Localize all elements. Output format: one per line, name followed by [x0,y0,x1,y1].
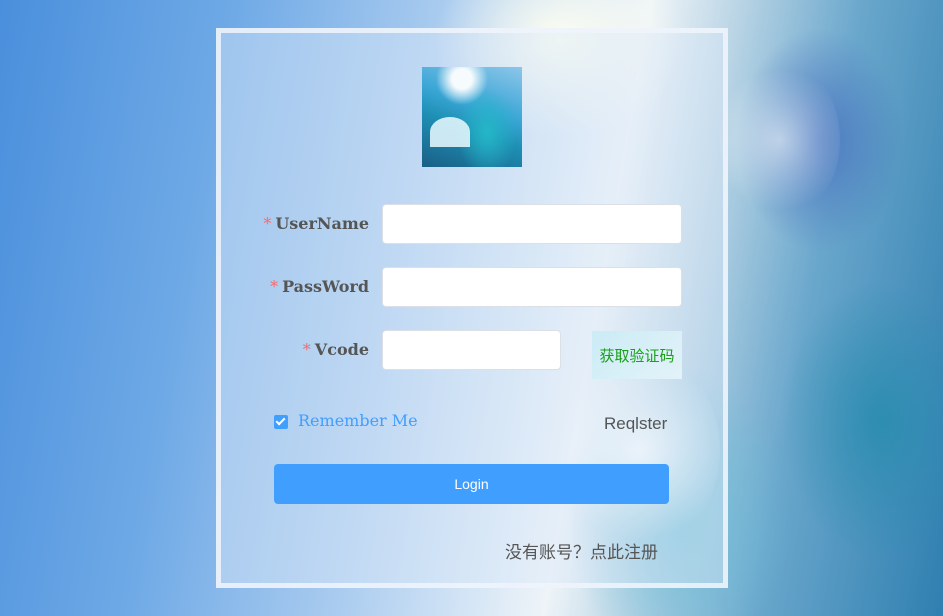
get-code-button[interactable]: 获取验证码 [592,331,682,379]
required-mark: * [302,340,311,359]
register-link[interactable]: Reqlster [604,414,667,434]
remember-checkbox[interactable] [274,415,288,429]
username-input[interactable] [382,204,682,244]
remember-label[interactable]: Remember Me [298,411,418,430]
vcode-label: * Vcode [302,340,369,359]
password-label: * PassWord [270,277,369,296]
vcode-input[interactable] [382,330,561,370]
background-foam [720,60,840,220]
username-label: * UserName [263,214,369,233]
login-button[interactable]: Login [274,464,669,504]
required-mark: * [263,214,272,233]
required-mark: * [270,277,279,296]
password-input[interactable] [382,267,682,307]
signup-link[interactable]: 没有账号？点此注册 [505,538,658,563]
wave-logo [422,67,522,167]
